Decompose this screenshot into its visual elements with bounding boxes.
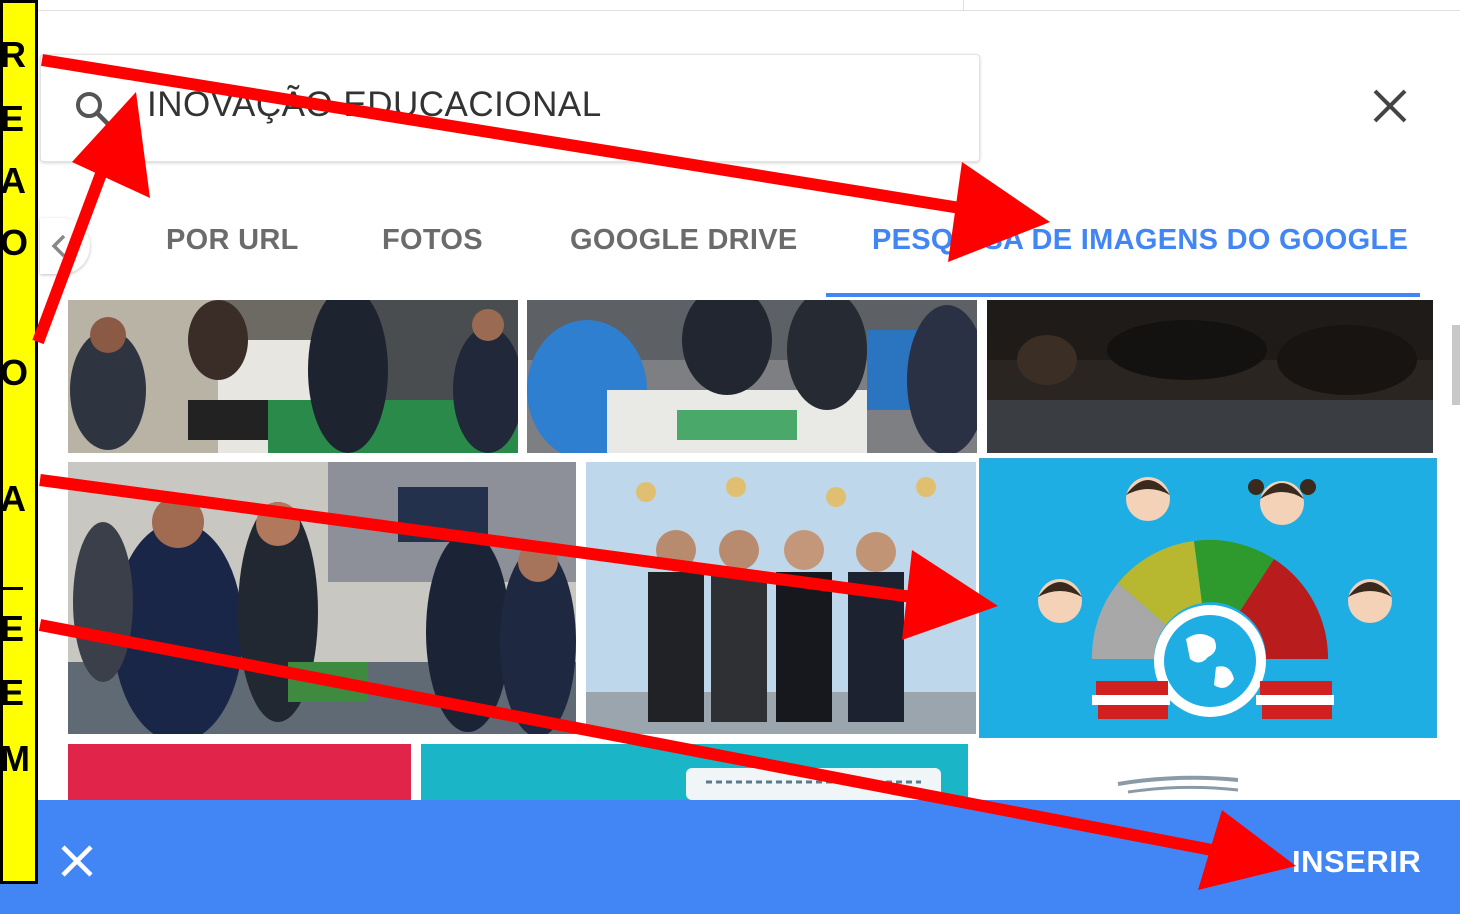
source-tabs: POR URL FOTOS GOOGLE DRIVE PESQUISA DE I… bbox=[40, 200, 1460, 300]
annotation-letter: O bbox=[0, 222, 29, 263]
tab-google-image-search[interactable]: PESQUISA DE IMAGENS DO GOOGLE bbox=[872, 224, 1408, 257]
annotation-letter: A bbox=[0, 160, 26, 201]
tab-por-url[interactable]: POR URL bbox=[166, 224, 299, 257]
annotation-letter: E bbox=[0, 608, 25, 649]
image-result[interactable] bbox=[978, 744, 1433, 800]
active-tab-indicator bbox=[826, 293, 1420, 297]
image-result[interactable] bbox=[421, 744, 968, 800]
close-icon[interactable] bbox=[58, 842, 96, 880]
image-result-selected[interactable] bbox=[979, 458, 1437, 738]
image-result[interactable] bbox=[586, 462, 976, 734]
action-bar bbox=[0, 800, 1460, 914]
image-result[interactable] bbox=[987, 300, 1433, 453]
image-result[interactable] bbox=[68, 300, 518, 453]
image-result[interactable] bbox=[527, 300, 977, 453]
image-results-grid bbox=[0, 300, 1460, 800]
dialog-top-edge bbox=[38, 0, 1460, 11]
search-icon[interactable] bbox=[73, 89, 113, 129]
annotation-label: R E A O O A E E M bbox=[0, 0, 38, 884]
scrollbar-thumb[interactable] bbox=[1452, 325, 1460, 405]
annotation-letter: A bbox=[0, 478, 26, 519]
annotation-letter: M bbox=[0, 738, 30, 779]
image-result[interactable] bbox=[68, 744, 411, 800]
close-icon[interactable] bbox=[1370, 86, 1410, 126]
search-box[interactable]: INOVAÇÃO EDUCACIONAL bbox=[40, 54, 980, 162]
tab-fotos[interactable]: FOTOS bbox=[382, 224, 483, 257]
annotation-underline bbox=[3, 587, 23, 590]
tab-google-drive[interactable]: GOOGLE DRIVE bbox=[570, 224, 798, 257]
annotation-letter: R bbox=[0, 34, 26, 75]
annotation-letter: E bbox=[0, 672, 25, 713]
search-input[interactable]: INOVAÇÃO EDUCACIONAL bbox=[147, 85, 602, 125]
image-result[interactable] bbox=[68, 462, 576, 734]
annotation-letter: E bbox=[0, 98, 25, 139]
insert-button[interactable]: INSERIR bbox=[1292, 844, 1421, 880]
annotation-letter: O bbox=[0, 352, 29, 393]
